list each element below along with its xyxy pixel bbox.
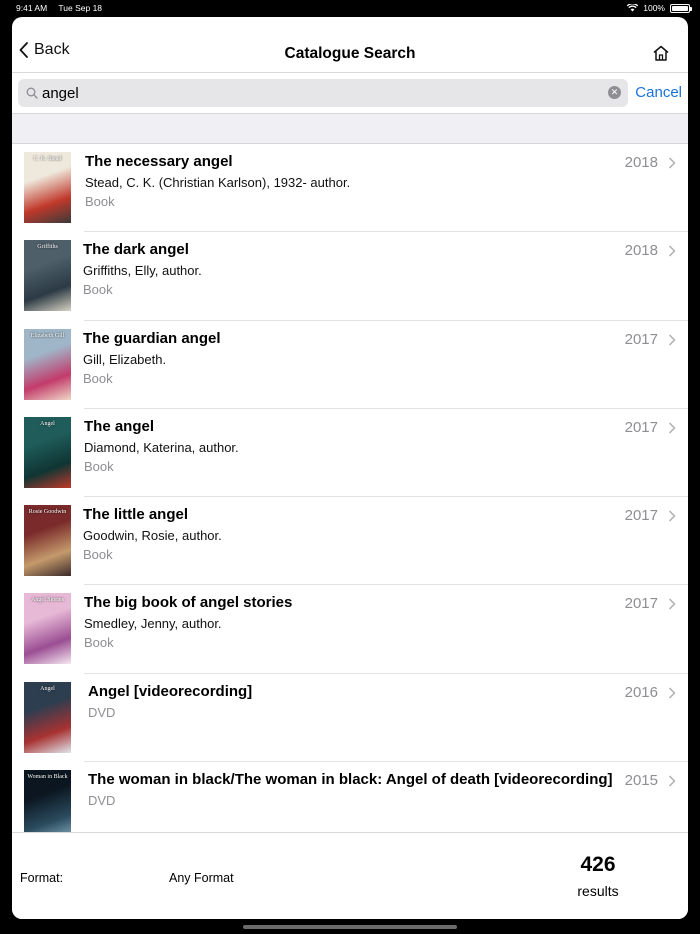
status-time: 9:41 AM [16, 3, 48, 13]
cover-thumbnail: Woman in Black [24, 770, 71, 832]
result-title: The guardian angel [83, 329, 221, 347]
cover-thumbnail: Elizabeth Gill [24, 328, 71, 400]
results-count: 426 [580, 853, 616, 876]
result-title: The necessary angel [85, 153, 233, 170]
format-label: Format: [20, 871, 64, 885]
cover-thumbnail: Angel [24, 416, 71, 488]
cover-thumbnail: Angel Stories [24, 593, 71, 665]
result-row[interactable]: Woman in Black The woman in black/The wom… [12, 762, 688, 832]
result-author: Stead, C. K. (Christian Karlson), 1932- … [85, 175, 351, 190]
section-divider [12, 113, 688, 144]
result-author: Smedley, Jenny, author. [84, 616, 222, 632]
cancel-button[interactable]: Cancel [635, 84, 682, 101]
result-title: Angel [videorecording] [88, 682, 253, 700]
chevron-right-icon [668, 422, 676, 434]
results-footer: Format: Any Format 426 results [12, 832, 688, 919]
clear-search-icon[interactable]: ✕ [608, 86, 621, 99]
cover-caption: Angel [40, 420, 55, 427]
result-format: DVD [88, 793, 116, 809]
cover-caption: Woman in Black [27, 774, 68, 781]
result-row[interactable]: Angel The angel Diamond, Katerina, author.… [12, 409, 688, 498]
cover-caption: Rosie Goodwin [28, 509, 67, 516]
cover-caption: Angel [40, 685, 55, 692]
result-author: Goodwin, Rosie, author. [83, 528, 222, 544]
result-title: The little angel [83, 506, 189, 524]
result-row[interactable]: Angel Angel [videorecording] DVD 2016 [12, 674, 688, 763]
result-row[interactable]: Elizabeth Gill The guardian angel Gill, El… [12, 321, 688, 409]
result-year: 2017 [624, 418, 658, 436]
cover-caption: Elizabeth Gill [30, 332, 65, 339]
result-year: 2018 [624, 154, 658, 171]
cover-thumbnail: Angel [24, 681, 71, 753]
search-icon [26, 87, 38, 99]
result-format: Book [84, 635, 114, 651]
results-label: results [577, 883, 619, 899]
result-title: The woman in black/The woman in black: A… [88, 771, 613, 789]
app-screen: Back Catalogue Search ✕ Cancel C. K. Ste… [12, 17, 688, 919]
cover-thumbnail: Rosie Goodwin [24, 505, 71, 577]
status-bar: 9:41 AM Tue Sep 18 100% [0, 0, 700, 16]
result-format: Book [83, 370, 113, 386]
result-row[interactable]: Angel Stories The big book of angel stori… [12, 585, 688, 674]
chevron-right-icon [668, 334, 676, 346]
result-row[interactable]: Griffiths The dark angel Griffiths, Elly, … [12, 232, 688, 321]
result-year: 2018 [624, 242, 658, 260]
search-field[interactable]: ✕ [18, 79, 628, 107]
chevron-right-icon [668, 157, 676, 169]
chevron-right-icon [668, 245, 676, 257]
result-format: Book [83, 547, 113, 563]
battery-icon [670, 3, 692, 13]
result-author: Diamond, Katerina, author. [84, 439, 239, 455]
format-selector[interactable]: Any Format [169, 871, 234, 885]
page-title: Catalogue Search [284, 45, 416, 62]
cover-thumbnail: Griffiths [24, 240, 71, 312]
result-row[interactable]: C. K. Stead The necessary angel Stead, C. … [12, 144, 688, 233]
result-year: 2017 [624, 330, 658, 348]
battery-percent: 100% [643, 3, 665, 13]
result-title: The big book of angel stories [84, 594, 293, 612]
chevron-right-icon [668, 775, 676, 787]
result-row[interactable]: Rosie Goodwin The little angel Goodwin, Ro… [12, 497, 688, 586]
search-input[interactable] [42, 83, 602, 103]
result-format: DVD [88, 704, 116, 720]
results-list[interactable]: C. K. Stead The necessary angel Stead, C. … [12, 144, 688, 832]
result-year: 2017 [624, 595, 658, 613]
home-icon[interactable] [652, 44, 670, 62]
home-indicator [243, 925, 457, 929]
navigation-bar: Back Catalogue Search [12, 17, 688, 73]
cover-thumbnail: C. K. Stead [24, 152, 71, 223]
result-year: 2017 [624, 507, 658, 525]
result-title: The dark angel [83, 241, 189, 259]
result-format: Book [84, 458, 114, 474]
cover-caption: Griffiths [37, 244, 58, 251]
result-year: 2016 [624, 683, 658, 701]
chevron-right-icon [668, 687, 676, 699]
result-format: Book [83, 282, 113, 298]
chevron-right-icon [668, 598, 676, 611]
result-format: Book [85, 194, 115, 209]
result-year: 2015 [624, 772, 658, 790]
result-author: Griffiths, Elly, author. [83, 263, 202, 279]
result-title: The angel [84, 417, 155, 435]
search-bar: ✕ Cancel [12, 73, 688, 113]
wifi-icon [627, 4, 639, 12]
chevron-right-icon [668, 510, 676, 522]
result-author: Gill, Elizabeth. [83, 351, 167, 367]
cover-caption: Angel Stories [31, 597, 64, 604]
status-date: Tue Sep 18 [58, 3, 103, 13]
cover-caption: C. K. Stead [33, 156, 62, 162]
